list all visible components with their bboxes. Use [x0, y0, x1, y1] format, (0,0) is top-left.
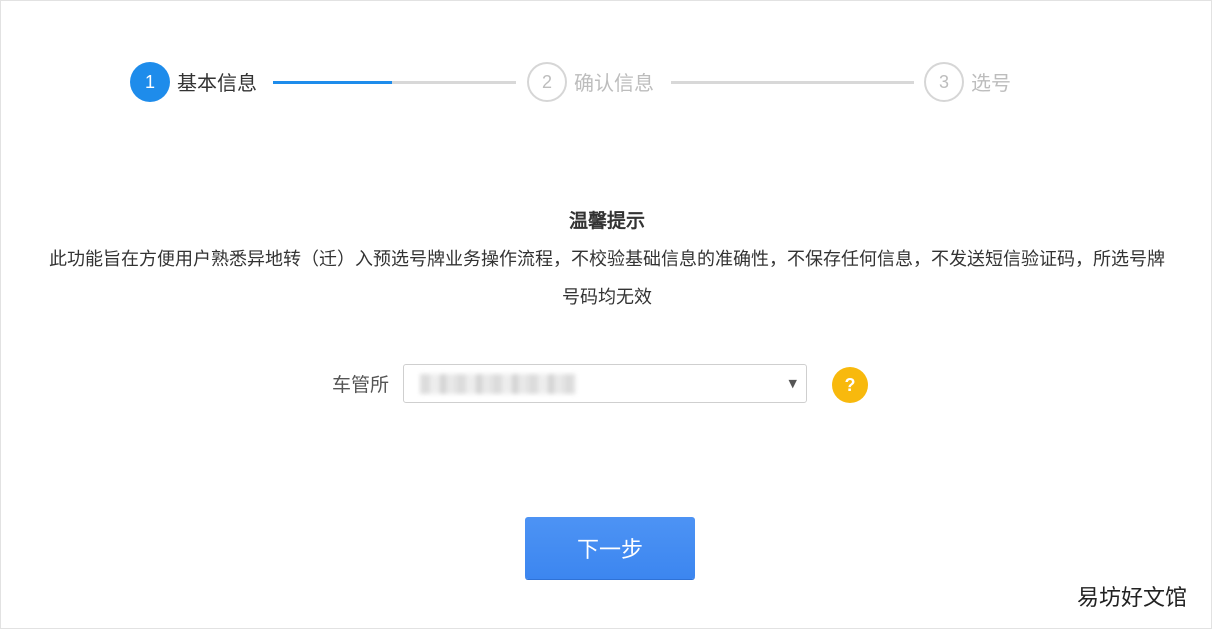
notice-title: 温馨提示	[568, 210, 645, 232]
page-frame: 1 基本信息 2 确认信息 3 选号 温馨提示 此功能旨在方便用户熟悉异地转（迁…	[0, 0, 1212, 629]
next-step-button[interactable]: 下一步	[525, 517, 695, 579]
step-connector-2	[671, 81, 914, 84]
step-1-label: 基本信息	[177, 71, 257, 95]
office-select-value	[420, 374, 576, 394]
office-label: 车管所	[331, 374, 389, 396]
notice-body: 此功能旨在方便用户熟悉异地转（迁）入预选号牌业务操作流程，不校验基础信息的准确性…	[49, 249, 1165, 308]
question-icon[interactable]: ?	[832, 367, 868, 403]
office-select[interactable]: ▼	[403, 364, 807, 403]
step-2-label: 确认信息	[574, 71, 654, 95]
watermark-text: 易坊好文馆	[1076, 586, 1187, 611]
step-connector-1-progress	[273, 81, 393, 84]
step-2-circle: 2	[527, 62, 567, 102]
step-3-circle: 3	[924, 62, 964, 102]
caret-down-icon: ▼	[788, 377, 797, 390]
step-1-circle: 1	[130, 62, 170, 102]
step-indicator: 1 基本信息 2 确认信息 3 选号	[1, 1, 1212, 161]
step-3-label: 选号	[971, 71, 1011, 95]
step-connector-1	[273, 81, 516, 84]
